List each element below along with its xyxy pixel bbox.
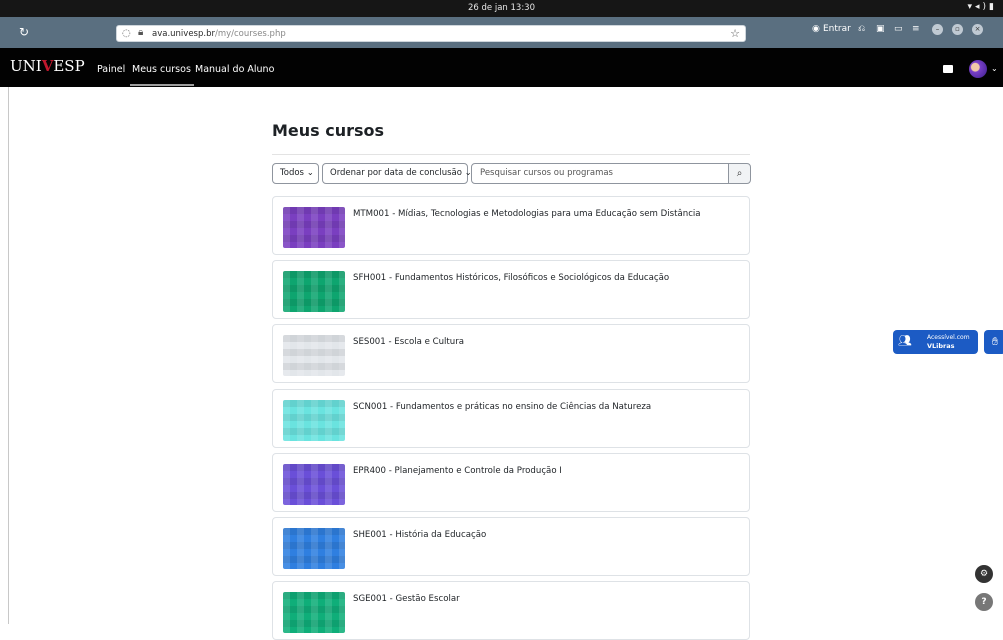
course-name-link[interactable]: SES001 - Escola e Cultura [353,337,464,347]
course-name-link[interactable]: MTM001 - Mídias, Tecnologias e Metodolog… [353,209,701,219]
search-button[interactable]: ⌕ [728,163,751,184]
nav-link-manual-do-aluno[interactable]: Manual do Aluno [195,64,274,75]
filter-dropdown[interactable]: Todos ⌄ [272,163,319,184]
battery-icon[interactable]: ▮ [989,2,997,12]
course-image[interactable] [283,271,345,312]
accessibility-icon[interactable]: ⚙︎ [975,565,993,583]
page-title: Meus cursos [272,121,385,140]
sort-dropdown[interactable]: Ordenar por data de conclusão ⌄ [322,163,472,184]
course-image[interactable] [283,464,345,505]
user-avatar[interactable] [969,60,987,78]
drawer-divider [8,87,9,624]
os-top-bar: 26 de jan 13:30 ▾◂)▮ [0,0,1003,17]
course-image[interactable] [283,335,345,376]
course-name-link[interactable]: SFH001 - Fundamentos Históricos, Filosóf… [353,273,669,283]
course-image[interactable] [283,400,345,441]
tabs-icon[interactable]: ▭ [894,24,903,34]
volume-icon[interactable]: ◂) [975,2,989,12]
course-name-link[interactable]: SCN001 - Fundamentos e práticas no ensin… [353,402,651,412]
browser-toolbar: ↻ ◌ 🔒︎ ava.univesp.br/my/courses.php ☆ [0,17,1003,48]
url-text: ava.univesp.br/my/courses.php [152,29,286,39]
wifi-icon[interactable]: ▾ [967,2,975,12]
univesp-logo[interactable]: UNIVESP [10,57,85,75]
title-divider [272,154,750,155]
filter-dropdown-label: Todos [280,168,304,178]
hand-icon[interactable]: ✋︎ [984,330,1003,354]
nav-link-painel[interactable]: Painel [97,64,125,75]
course-card[interactable]: SCN001 - Fundamentos e práticas no ensin… [272,389,750,448]
course-name-link[interactable]: SHE001 - História da Educação [353,530,486,540]
course-card[interactable]: SES001 - Escola e Cultura [272,324,750,383]
course-card[interactable]: SHE001 - História da Educação [272,517,750,576]
system-clock[interactable]: 26 de jan 13:30 [0,3,1003,13]
lock-icon[interactable]: 🔒︎ [138,27,143,38]
account-icon[interactable]: ◉ [812,24,820,34]
minimize-icon[interactable]: – [932,24,943,35]
course-image[interactable] [283,528,345,569]
vlibras-widget[interactable]: 👥︎ Acessível.com VLibras [893,330,978,354]
messages-icon[interactable] [943,65,953,73]
course-card[interactable]: SFH001 - Fundamentos Históricos, Filosóf… [272,260,750,319]
course-image[interactable] [283,207,345,248]
site-navbar: UNIVESP Painel Meus cursos Manual do Alu… [0,48,1003,87]
signin-button[interactable]: Entrar [823,24,851,34]
system-tray[interactable]: ▾◂)▮ [967,2,997,12]
address-bar[interactable]: ◌ 🔒︎ ava.univesp.br/my/courses.php ☆ [116,25,746,42]
course-search-input[interactable]: Pesquisar cursos ou programas [471,163,729,184]
history-icon[interactable]: ⎌ [858,24,865,34]
course-image[interactable] [283,592,345,633]
chevron-down-icon: ⌄ [306,168,314,178]
help-icon[interactable]: ? [975,593,993,611]
extensions-icon[interactable]: ▣ [876,24,885,34]
bookmark-star-icon[interactable]: ☆ [730,27,740,40]
course-card[interactable]: MTM001 - Mídias, Tecnologias e Metodolog… [272,196,750,255]
search-icon: ⌕ [736,168,743,179]
nav-link-meus-cursos[interactable]: Meus cursos [130,64,194,86]
course-card[interactable]: EPR400 - Planejamento e Controle da Prod… [272,453,750,512]
sign-language-icon: 👥︎ [898,334,912,347]
sort-dropdown-label: Ordenar por data de conclusão [330,168,462,178]
maximize-icon[interactable]: ▫ [952,24,963,35]
course-name-link[interactable]: EPR400 - Planejamento e Controle da Prod… [353,466,562,476]
vlibras-line1: Acessível.com [927,334,970,341]
menu-icon[interactable]: ≡ [912,24,920,34]
vlibras-line2: VLibras [927,342,955,350]
chevron-down-icon[interactable]: ⌄ [991,64,998,73]
course-card[interactable]: SGE001 - Gestão Escolar [272,581,750,640]
course-name-link[interactable]: SGE001 - Gestão Escolar [353,594,460,604]
reload-icon[interactable]: ↻ [19,25,29,39]
close-icon[interactable]: × [972,24,983,35]
shield-icon[interactable]: ◌ [122,28,131,39]
